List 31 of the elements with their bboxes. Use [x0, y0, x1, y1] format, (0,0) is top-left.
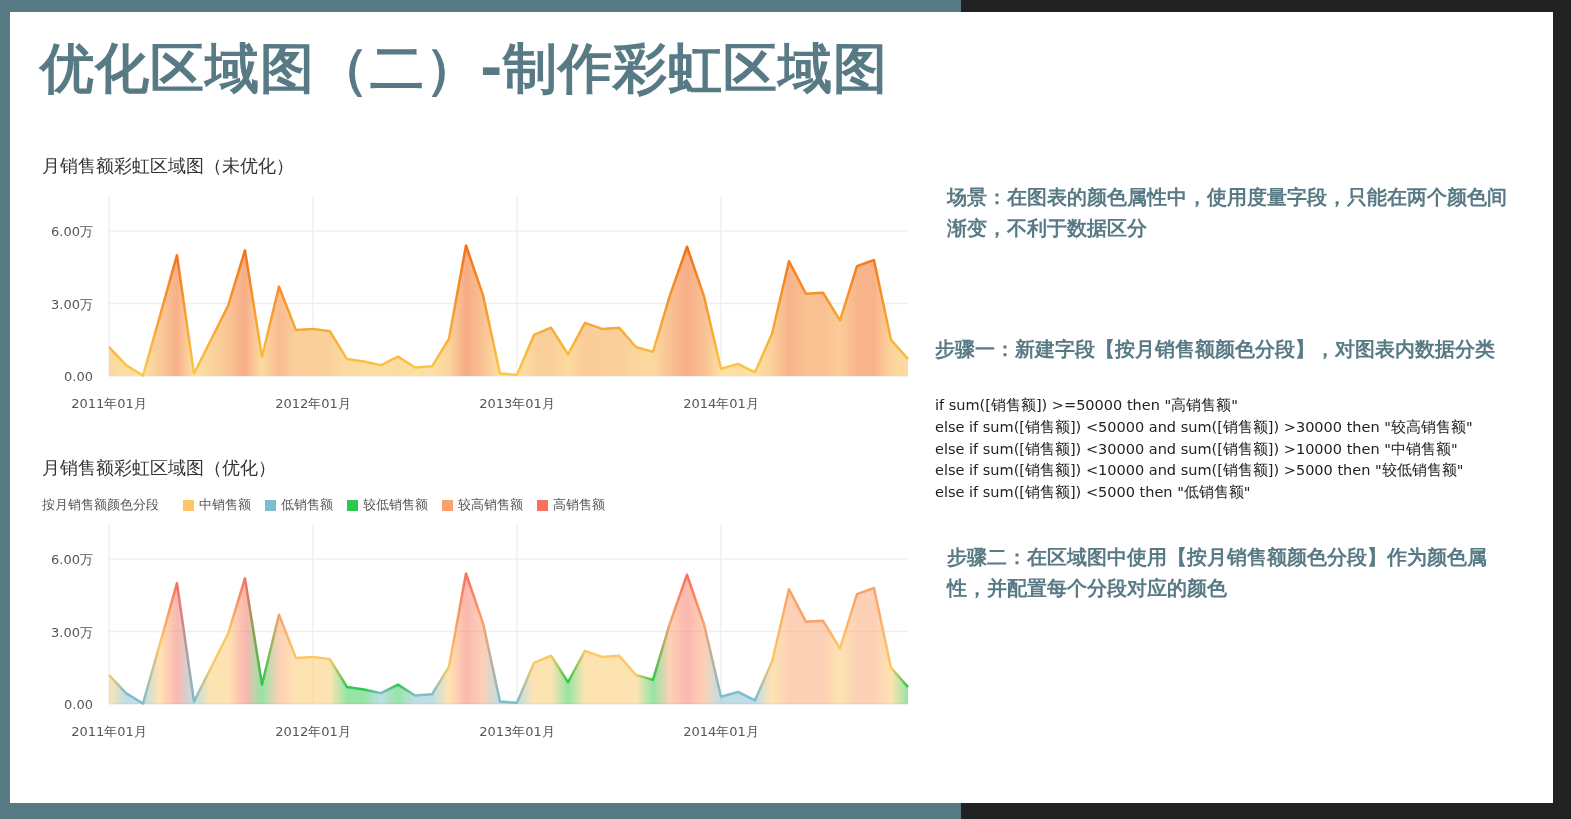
chart-title: 月销售额彩虹区域图（优化） — [42, 456, 277, 480]
step-text: 步骤一：新建字段【按月销售额颜色分段】，对图表内数据分类 — [935, 336, 1496, 363]
axis-tick-label: 2011年01月 — [71, 724, 147, 739]
legend-title: 按月销售额颜色分段 — [42, 496, 159, 514]
slide-title: 优化区域图（二）-制作彩虹区域图 — [40, 36, 890, 102]
axis-tick-label: 6.00万 — [51, 552, 93, 568]
step-text: 步骤二：在区域图中使用【按月销售额颜色分段】作为颜色属性，并配置每个分段对应的颜色 — [945, 544, 1488, 602]
axis-tick-label: 2012年01月 — [275, 724, 351, 739]
axis-tick-label: 2013年01月 — [479, 396, 555, 411]
formula-line: else if sum([销售额]) <30000 and sum([销售额]) >10000 then "中销售额" — [935, 439, 1459, 459]
axis-tick-label: 3.00万 — [51, 624, 93, 640]
legend-label: 较高销售额 — [458, 496, 523, 514]
legend-label: 高销售额 — [553, 496, 605, 514]
axis-tick-label: 0.00 — [64, 369, 93, 384]
axis-tick-label: 6.00万 — [51, 224, 93, 240]
axis-tick-label: 2011年01月 — [71, 396, 147, 411]
scenario-text: 场景：在图表的颜色属性中，使用度量字段，只能在两个颜色间渐变，不利于数据区分 — [945, 184, 1508, 242]
axis-tick-label: 2012年01月 — [275, 396, 351, 411]
axis-tick-label: 2014年01月 — [683, 724, 759, 739]
chart-title: 月销售额彩虹区域图（未优化） — [42, 154, 295, 178]
formula-line: else if sum([销售额]) <50000 and sum([销售额]) >30000 then "较高销售额" — [935, 417, 1474, 437]
axis-tick-label: 3.00万 — [51, 296, 93, 312]
formula-line: else if sum([销售额]) <10000 and sum([销售额]) >5000 then "较低销售额" — [935, 461, 1465, 481]
legend-label: 较低销售额 — [363, 496, 428, 514]
formula-line: if sum([销售额]) >=50000 then "高销售额" — [935, 396, 1239, 415]
axis-tick-label: 2013年01月 — [479, 724, 555, 739]
legend-label: 中销售额 — [199, 496, 251, 514]
legend-label: 低销售额 — [281, 496, 333, 514]
axis-tick-label: 0.00 — [64, 697, 93, 712]
formula-line: else if sum([销售额]) <5000 then "低销售额" — [935, 483, 1252, 503]
axis-tick-label: 2014年01月 — [683, 396, 759, 411]
